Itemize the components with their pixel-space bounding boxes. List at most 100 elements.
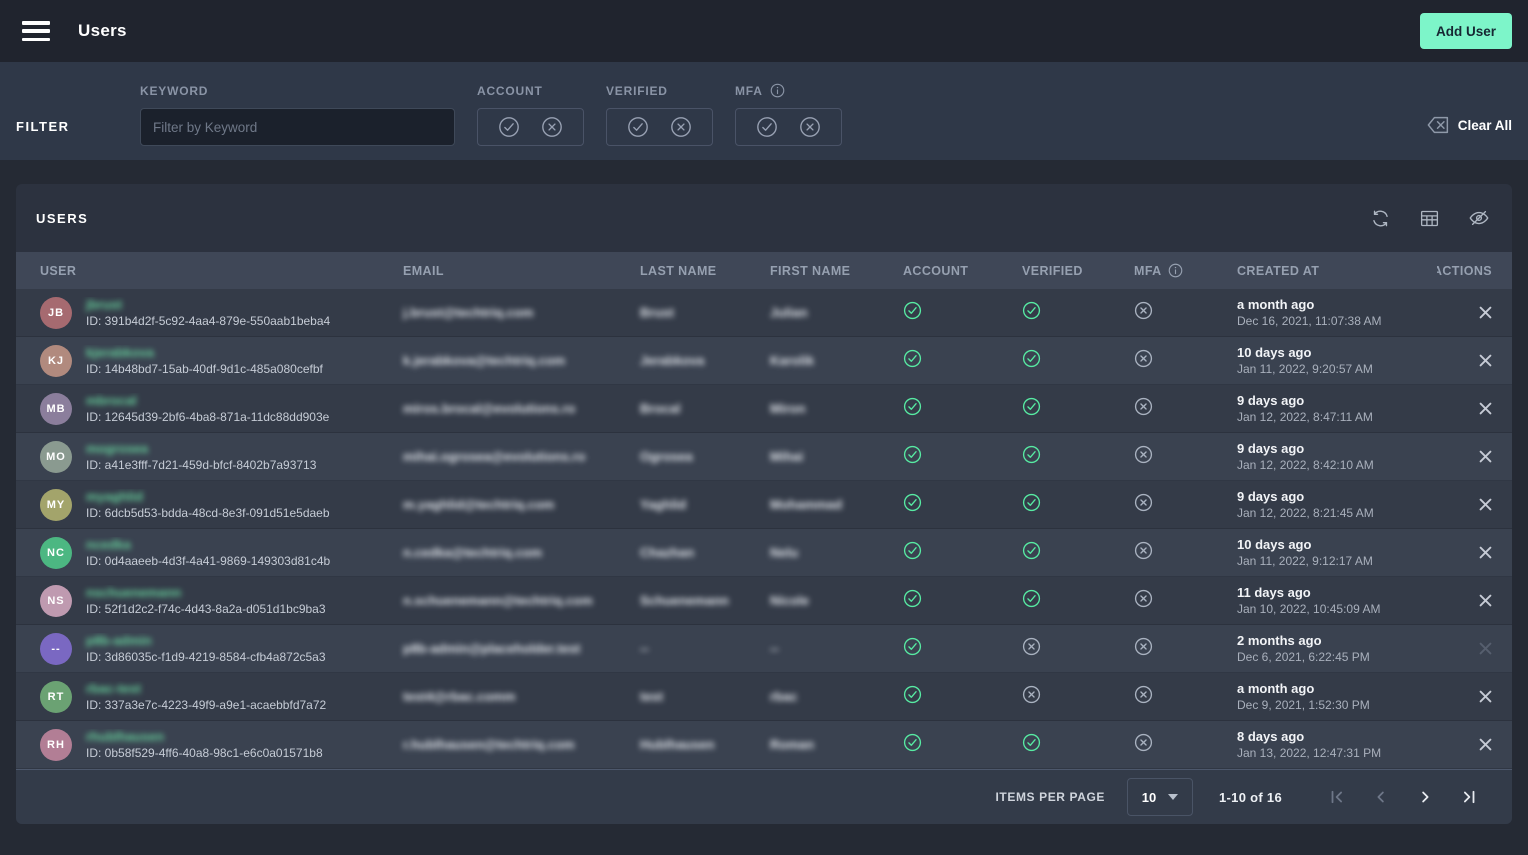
- mfa-status-icon: [1134, 637, 1237, 661]
- delete-user-button[interactable]: [1477, 544, 1494, 561]
- account-status-icon: [903, 445, 1022, 469]
- delete-user-button[interactable]: [1477, 496, 1494, 513]
- actions-cell: [1437, 544, 1512, 561]
- first-name-cell: Julian: [770, 305, 903, 320]
- avatar: --: [40, 633, 72, 665]
- created-date: Jan 12, 2022, 8:47:11 AM: [1237, 410, 1437, 424]
- username-link[interactable]: rbac-test: [86, 681, 141, 696]
- username-link[interactable]: mbrocal: [86, 393, 137, 408]
- delete-user-button[interactable]: [1477, 448, 1494, 465]
- menu-icon[interactable]: [22, 21, 50, 41]
- page-range-label: 1-10 of 16: [1219, 790, 1282, 805]
- main-content: USERS: [0, 160, 1528, 824]
- delete-user-button[interactable]: [1477, 736, 1494, 753]
- first-page-icon[interactable]: [1322, 784, 1352, 810]
- backspace-clear-icon: [1427, 116, 1449, 134]
- users-panel-header: USERS: [16, 184, 1512, 252]
- avatar: MO: [40, 441, 72, 473]
- clear-all-button[interactable]: Clear All: [1427, 116, 1512, 134]
- info-icon[interactable]: [1168, 263, 1183, 278]
- table-row: MO mogrosea ID: a41e3fff-7d21-459d-bfcf-…: [16, 433, 1512, 481]
- table-columns-icon[interactable]: [1417, 205, 1442, 231]
- email-cell: test4@rbac.comm: [403, 689, 640, 704]
- created-relative: 11 days ago: [1237, 585, 1437, 600]
- mfa-filter-check-icon[interactable]: [754, 114, 780, 140]
- created-relative: a month ago: [1237, 681, 1437, 696]
- email-cell: p8b-admin@placeholder.test: [403, 641, 640, 656]
- verified-filter-cross-icon[interactable]: [668, 114, 694, 140]
- delete-user-button[interactable]: [1477, 400, 1494, 417]
- keyword-label: KEYWORD: [140, 84, 455, 98]
- first-name-cell: Roman: [770, 737, 903, 752]
- next-page-icon[interactable]: [1410, 784, 1440, 810]
- account-filter-toggle: [477, 108, 584, 146]
- actions-cell: [1437, 400, 1512, 417]
- actions-cell: [1437, 640, 1512, 657]
- mfa-filter-cross-icon[interactable]: [797, 114, 823, 140]
- items-per-page-label: ITEMS PER PAGE: [995, 790, 1105, 804]
- col-verified: VERIFIED: [1022, 264, 1134, 278]
- account-status-icon: [903, 637, 1022, 661]
- keyword-filter-input[interactable]: [140, 108, 455, 146]
- created-date: Jan 10, 2022, 10:45:09 AM: [1237, 602, 1437, 616]
- pagination-bar: ITEMS PER PAGE 10 1-10 of 16: [16, 769, 1512, 824]
- avatar: RT: [40, 681, 72, 713]
- user-cell: NS nschuenemann ID: 52f1d2c2-f74c-4d43-8…: [16, 585, 403, 617]
- verified-status-icon: [1022, 685, 1134, 709]
- keyword-filter-group: KEYWORD: [140, 84, 455, 146]
- delete-user-button[interactable]: [1477, 352, 1494, 369]
- username-link[interactable]: kjerabkova: [86, 345, 154, 360]
- table-row: -- p8b-admin ID: 3d86035c-f1d9-4219-8584…: [16, 625, 1512, 673]
- filter-bar: FILTER KEYWORD ACCOUNT VERIFIED MFA: [0, 62, 1528, 160]
- account-filter-cross-icon[interactable]: [539, 114, 565, 140]
- username-link[interactable]: nschuenemann: [86, 585, 181, 600]
- last-name-cell: Yaghlid: [640, 497, 770, 512]
- username-link[interactable]: ncedka: [86, 537, 131, 552]
- verified-status-icon: [1022, 397, 1134, 421]
- users-panel: USERS: [16, 184, 1512, 824]
- col-user: USER: [16, 264, 403, 278]
- last-page-icon[interactable]: [1454, 784, 1484, 810]
- first-name-cell: Nicole: [770, 593, 903, 608]
- account-filter-check-icon[interactable]: [496, 114, 522, 140]
- actions-cell: [1437, 688, 1512, 705]
- verified-filter-check-icon[interactable]: [625, 114, 651, 140]
- refresh-icon[interactable]: [1368, 205, 1393, 231]
- created-date: Jan 11, 2022, 9:12:17 AM: [1237, 554, 1437, 568]
- actions-cell: [1437, 496, 1512, 513]
- delete-user-button[interactable]: [1477, 592, 1494, 609]
- table-header-row: USER EMAIL LAST NAME FIRST NAME ACCOUNT …: [16, 252, 1512, 289]
- created-relative: 2 months ago: [1237, 633, 1437, 648]
- created-at-cell: 11 days ago Jan 10, 2022, 10:45:09 AM: [1237, 585, 1437, 616]
- username-link[interactable]: jbrust: [86, 297, 122, 312]
- account-status-icon: [903, 301, 1022, 325]
- email-cell: m.yaghlid@techtriq.com: [403, 497, 640, 512]
- mfa-status-icon: [1134, 685, 1237, 709]
- items-per-page-select[interactable]: 10: [1127, 778, 1193, 816]
- delete-user-button[interactable]: [1477, 640, 1494, 657]
- avatar: NC: [40, 537, 72, 569]
- table-row: KJ kjerabkova ID: 14b48bd7-15ab-40df-9d1…: [16, 337, 1512, 385]
- avatar: MY: [40, 489, 72, 521]
- created-relative: 10 days ago: [1237, 345, 1437, 360]
- username-link[interactable]: rhublhausen: [86, 729, 164, 744]
- email-cell: r.hublhausen@techtriq.com: [403, 737, 640, 752]
- col-mfa-label: MFA: [1134, 264, 1162, 278]
- username-link[interactable]: myaghlid: [86, 489, 143, 504]
- add-user-button[interactable]: Add User: [1420, 13, 1512, 49]
- account-filter-group: ACCOUNT: [477, 84, 584, 146]
- user-cell: MB mbrocal ID: 12645d39-2bf6-4ba8-871a-1…: [16, 393, 403, 425]
- delete-user-button[interactable]: [1477, 688, 1494, 705]
- created-date: Jan 11, 2022, 9:20:57 AM: [1237, 362, 1437, 376]
- info-icon[interactable]: [770, 83, 785, 98]
- prev-page-icon[interactable]: [1366, 784, 1396, 810]
- mfa-status-icon: [1134, 301, 1237, 325]
- user-id: ID: 0b58f529-4ff6-40a8-98c1-e6c0a01571b8: [86, 746, 323, 760]
- created-relative: 8 days ago: [1237, 729, 1437, 744]
- username-link[interactable]: p8b-admin: [86, 633, 152, 648]
- mfa-status-icon: [1134, 445, 1237, 469]
- delete-user-button[interactable]: [1477, 304, 1494, 321]
- username-link[interactable]: mogrosea: [86, 441, 148, 456]
- eye-off-icon[interactable]: [1466, 205, 1492, 231]
- account-filter-label: ACCOUNT: [477, 84, 584, 98]
